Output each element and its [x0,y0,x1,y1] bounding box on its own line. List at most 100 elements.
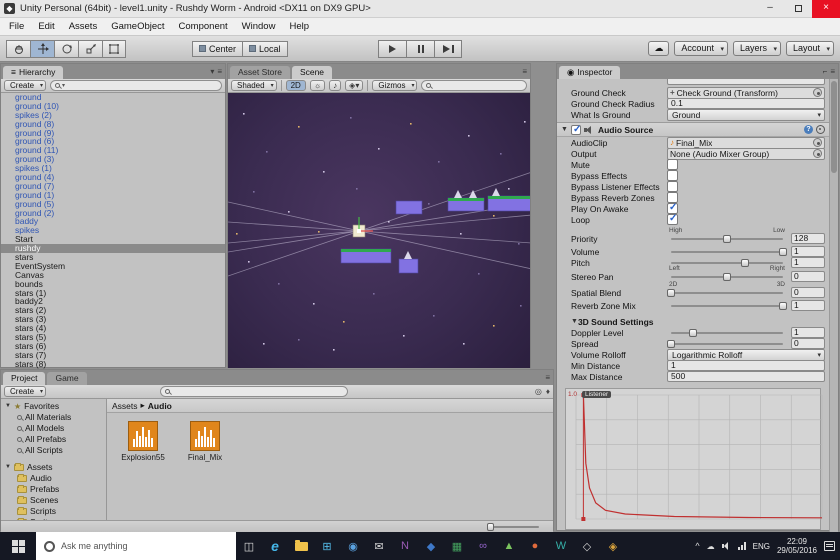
tree-item-folder[interactable]: Scenes [1,495,106,506]
network-icon[interactable] [738,542,746,550]
excel-icon[interactable]: ▦ [444,532,470,560]
taskbar-app-icon[interactable]: ◈ [600,532,626,560]
asset-file[interactable]: Final_Mix [179,421,231,520]
pause-button[interactable] [406,40,434,58]
scrollbar-thumb[interactable] [831,81,837,173]
layout-dropdown[interactable]: Layout [786,41,834,56]
photos-icon[interactable]: ◉ [340,532,366,560]
dropdown-field[interactable]: Logarithmic Rolloff [667,349,825,361]
project-create-dropdown[interactable]: Create [4,386,46,397]
play-button[interactable] [378,40,406,58]
menu-edit[interactable]: Edit [31,18,61,36]
slider[interactable] [671,332,783,334]
menu-help[interactable]: Help [282,18,316,36]
checkbox[interactable] [667,181,678,192]
object-picker-icon[interactable] [813,88,822,97]
tab-asset-store[interactable]: Asset Store [230,66,290,79]
tree-item[interactable]: All Prefabs [1,434,106,445]
text-field[interactable]: 0.1 [667,98,825,109]
slider-thumb[interactable] [487,523,494,531]
scene-audio-button[interactable]: ♪ [329,80,341,91]
cloud-button[interactable]: ☁ [648,41,669,56]
mail-icon[interactable]: ✉ [366,532,392,560]
search-by-type-icon[interactable]: ◎ [535,387,542,396]
maximize-button[interactable] [784,0,812,18]
value-field[interactable]: 0 [791,287,825,298]
tree-item[interactable]: All Scripts [1,445,106,456]
slider-thumb[interactable] [667,289,675,297]
checkbox[interactable] [667,159,678,170]
gizmos-dropdown[interactable]: Gizmos [372,80,417,91]
rotate-tool-button[interactable] [54,40,78,58]
slider[interactable] [671,262,783,264]
scene-effects-dropdown[interactable]: ◈▾ [345,80,363,91]
scene-lighting-button[interactable]: ☼ [310,80,325,91]
tree-item-favorites[interactable]: ▼★Favorites [1,401,106,412]
audio-source-header[interactable]: ▼ Audio Source ? [557,122,829,137]
tree-item-folder[interactable]: Audio [1,473,106,484]
tree-item-folder[interactable]: Sprites [1,517,106,520]
text-field[interactable]: 1 [667,360,825,371]
foldout-arrow-icon[interactable]: ▼ [571,318,578,325]
tab-scene[interactable]: Scene [292,66,332,79]
close-button[interactable]: × [812,0,840,18]
taskbar-clock[interactable]: 22:09 29/05/2016 [777,537,817,555]
tab-hierarchy[interactable]: ≡Hierarchy [3,66,63,79]
slider[interactable] [671,343,783,345]
slider-thumb[interactable] [741,259,749,267]
value-field[interactable]: 1 [791,327,825,338]
thumbnail-size-slider[interactable] [487,526,539,528]
taskbar-app-icon[interactable]: ▲ [496,532,522,560]
onedrive-cloud-icon[interactable]: ☁ [707,542,715,551]
store-icon[interactable]: ⊞ [314,532,340,560]
tree-item[interactable]: All Materials [1,412,106,423]
2d-toggle-button[interactable]: 2D [286,80,306,91]
volume-icon[interactable] [722,542,731,550]
text-field[interactable] [667,79,825,85]
slider[interactable] [671,305,783,307]
pivot-mode-button[interactable]: Center [192,41,242,57]
lock-icon[interactable]: ⌐ [823,67,828,76]
tab-project[interactable]: Project [3,372,45,385]
listener-marker[interactable]: Listener [582,391,611,398]
hierarchy-item[interactable]: stars (8) [1,360,225,369]
pane-menu-icon[interactable]: ≡ [522,67,527,76]
value-field[interactable]: 1 [791,300,825,311]
tree-item-assets[interactable]: ▼Assets [1,462,106,473]
pane-dropdown-icon[interactable]: ▾ [210,67,214,76]
slider[interactable] [671,292,783,294]
scene-viewport[interactable] [228,93,530,368]
text-field[interactable]: 500 [667,371,825,382]
task-view-icon[interactable]: ◫ [236,532,262,560]
value-field[interactable]: 0 [791,338,825,349]
search-by-label-icon[interactable]: ♦ [546,387,550,396]
object-field[interactable]: None (Audio Mixer Group) [667,148,825,160]
menu-file[interactable]: File [2,18,31,36]
scene-search-input[interactable] [421,80,527,91]
onenote-icon[interactable]: N [392,532,418,560]
value-field[interactable]: 0 [791,271,825,282]
scale-tool-button[interactable] [78,40,102,58]
dropdown-field[interactable]: Ground [667,109,825,121]
asset-file[interactable]: Explosion55 [117,421,169,520]
rolloff-graph[interactable]: Listener 1.0 [565,388,821,530]
taskbar-search-input[interactable]: Ask me anything [36,532,236,560]
pane-menu-icon[interactable]: ≡ [830,67,835,76]
menu-assets[interactable]: Assets [62,18,105,36]
breadcrumb-current[interactable]: Audio [148,401,172,411]
checkbox[interactable] [667,170,678,181]
step-button[interactable] [434,40,462,58]
hierarchy-search-input[interactable]: ▾ [50,80,222,91]
value-field[interactable]: 128 [791,233,825,244]
start-button[interactable] [0,532,36,560]
hierarchy-item[interactable]: rushdy [1,244,225,253]
menu-window[interactable]: Window [235,18,283,36]
value-field[interactable]: 1 [791,257,825,268]
tree-item[interactable]: All Models [1,423,106,434]
object-picker-icon[interactable] [813,138,822,147]
hierarchy-create-dropdown[interactable]: Create [4,80,46,91]
move-tool-button[interactable] [30,40,54,58]
menu-component[interactable]: Component [172,18,235,36]
file-explorer-icon[interactable] [288,532,314,560]
slider-thumb[interactable] [723,235,731,243]
